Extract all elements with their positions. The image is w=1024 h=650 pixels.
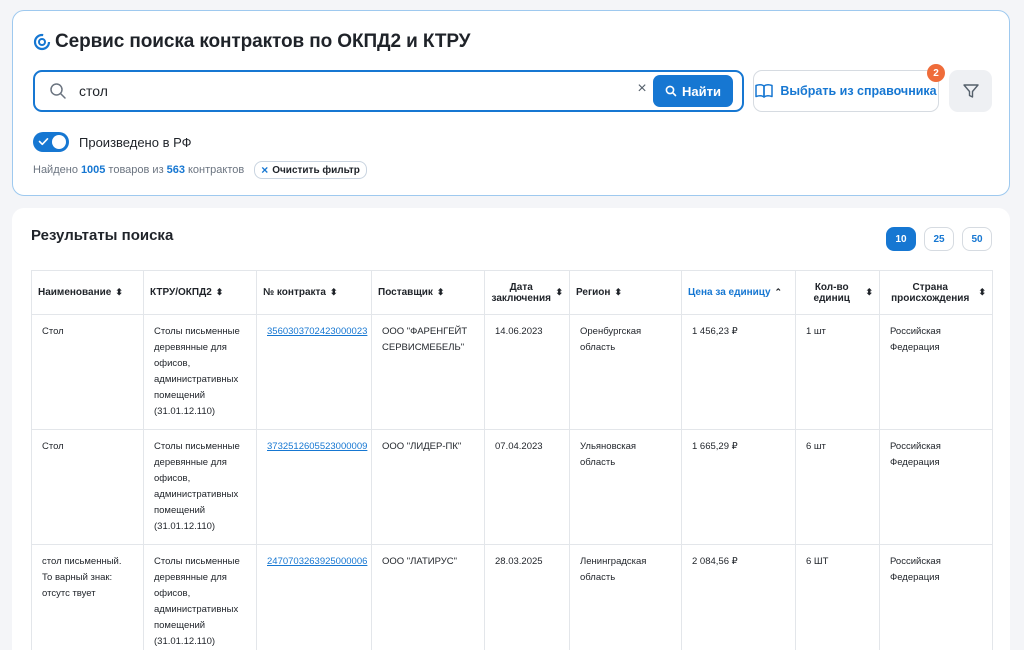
cell-price: 2 084,56 ₽ xyxy=(681,544,796,650)
sort-icon[interactable]: ⬍ xyxy=(330,288,338,297)
search-box[interactable]: × Найти xyxy=(33,70,744,112)
clear-filter-button[interactable]: × Очистить фильтр xyxy=(254,161,367,179)
sort-icon[interactable]: ⬍ xyxy=(555,288,563,297)
results-panel: Результаты поиска 10 25 50 Наименование ⬍… xyxy=(12,208,1010,650)
sort-icon[interactable]: ⬍ xyxy=(614,288,622,297)
filter-button[interactable] xyxy=(949,70,992,112)
page-size-selector: 10 25 50 xyxy=(886,227,992,251)
cell-qty: 6 шт xyxy=(795,429,880,545)
found-suffix: контрактов xyxy=(187,164,245,176)
page-title: Сервис поиска контрактов по ОКПД2 и КТРУ xyxy=(55,31,471,52)
column-header-country[interactable]: Страна происхождения ⬍ xyxy=(879,270,993,315)
sort-icon[interactable]: ⬍ xyxy=(216,288,224,297)
found-middle: товаров из xyxy=(108,164,164,176)
cell-ktru: Столы письменные деревянные для офисов, … xyxy=(143,429,257,545)
sort-icon[interactable]: ⬍ xyxy=(437,288,445,297)
cell-supplier: ООО "ЛИДЕР-ПК" xyxy=(371,429,485,545)
table-header-row: Наименование ⬍ КТРУ/ОКПД2 ⬍ № контракта ⬍ П… xyxy=(31,270,993,315)
table-row: Стол Столы письменные деревянные для офи… xyxy=(31,429,993,545)
cell-region: Ленинградская область xyxy=(569,544,682,650)
cell-date: 28.03.2025 xyxy=(484,544,570,650)
cell-region: Оренбургская область xyxy=(569,314,682,430)
found-prefix: Найдено xyxy=(33,164,78,176)
reference-button-label: Выбрать из справочника xyxy=(780,84,937,98)
cell-contract: 3560303702423000023 xyxy=(256,314,372,430)
column-header-date[interactable]: Дата заключения ⬍ xyxy=(484,270,570,315)
column-header-region[interactable]: Регион ⬍ xyxy=(569,270,682,315)
sort-icon[interactable]: ⬍ xyxy=(115,288,123,297)
sort-icon[interactable]: ⬍ xyxy=(978,288,986,297)
cell-country: Российская Федерация xyxy=(879,429,993,545)
book-icon xyxy=(755,84,774,98)
sort-icon[interactable]: ⬍ xyxy=(865,288,873,297)
page-size-10[interactable]: 10 xyxy=(886,227,916,251)
table-row: стол письменный. То варный знак: отсутс … xyxy=(31,544,993,650)
column-header-price[interactable]: Цена за единицу ⌃ xyxy=(681,270,796,315)
cell-country: Российская Федерация xyxy=(879,314,993,430)
cell-supplier: ООО "ЛАТИРУС" xyxy=(371,544,485,650)
made-in-rf-label: Произведено в РФ xyxy=(79,134,192,150)
search-panel: Сервис поиска контрактов по ОКПД2 и КТРУ… xyxy=(12,10,1010,196)
page-size-50[interactable]: 50 xyxy=(962,227,992,251)
search-input[interactable] xyxy=(79,80,619,102)
cell-price: 1 665,29 ₽ xyxy=(681,429,796,545)
logo-icon xyxy=(33,33,51,51)
results-title: Результаты поиска xyxy=(31,227,174,244)
column-header-qty[interactable]: Кол-во единиц ⬍ xyxy=(795,270,880,315)
find-button-label: Найти xyxy=(682,83,721,99)
sort-asc-icon[interactable]: ⌃ xyxy=(775,288,783,297)
cell-qty: 1 шт xyxy=(795,314,880,430)
cell-contract: 3732512605523000009 xyxy=(256,429,372,545)
page-size-25[interactable]: 25 xyxy=(924,227,954,251)
found-goods-count: 1005 xyxy=(80,164,106,176)
cell-ktru: Столы письменные деревянные для офисов, … xyxy=(143,314,257,430)
cell-country: Российская Федерация xyxy=(879,544,993,650)
title-row: Сервис поиска контрактов по ОКПД2 и КТРУ xyxy=(33,31,470,53)
clear-filter-label: Очистить фильтр xyxy=(272,164,360,176)
cell-qty: 6 ШТ xyxy=(795,544,880,650)
filter-icon xyxy=(962,84,979,98)
table-row: Стол Столы письменные деревянные для офи… xyxy=(31,314,993,430)
results-table: Наименование ⬍ КТРУ/ОКПД2 ⬍ № контракта ⬍ П… xyxy=(31,270,993,650)
check-icon xyxy=(38,138,49,146)
cell-name: стол письменный. То варный знак: отсутс … xyxy=(31,544,144,650)
column-header-name[interactable]: Наименование ⬍ xyxy=(31,270,144,315)
reference-button[interactable]: Выбрать из справочника xyxy=(753,70,939,112)
close-icon: × xyxy=(261,163,269,177)
found-contracts-count: 563 xyxy=(166,164,185,176)
cell-contract: 2470703263925000006 xyxy=(256,544,372,650)
found-summary: Найдено 1005 товаров из 563 контрактов ×… xyxy=(33,161,367,179)
column-header-ktru[interactable]: КТРУ/ОКПД2 ⬍ xyxy=(143,270,257,315)
find-button[interactable]: Найти xyxy=(653,75,733,107)
clear-icon[interactable]: × xyxy=(632,80,652,98)
reference-count-badge: 2 xyxy=(927,64,945,82)
search-icon xyxy=(50,83,66,99)
made-in-rf-toggle[interactable] xyxy=(33,132,69,152)
contract-link[interactable]: 2470703263925000006 xyxy=(267,556,367,567)
cell-name: Стол xyxy=(31,429,144,545)
cell-name: Стол xyxy=(31,314,144,430)
cell-region: Ульяновская область xyxy=(569,429,682,545)
cell-price: 1 456,23 ₽ xyxy=(681,314,796,430)
search-icon xyxy=(665,85,677,97)
cell-ktru: Столы письменные деревянные для офисов, … xyxy=(143,544,257,650)
column-header-contract[interactable]: № контракта ⬍ xyxy=(256,270,372,315)
cell-supplier: ООО "ФАРЕНГЕЙТ СЕРВИСМЕБЕЛЬ" xyxy=(371,314,485,430)
contract-link[interactable]: 3732512605523000009 xyxy=(267,441,367,452)
toggle-knob xyxy=(52,135,66,149)
cell-date: 14.06.2023 xyxy=(484,314,570,430)
cell-date: 07.04.2023 xyxy=(484,429,570,545)
column-header-supplier[interactable]: Поставщик ⬍ xyxy=(371,270,485,315)
made-in-rf-row: Произведено в РФ xyxy=(33,132,192,152)
contract-link[interactable]: 3560303702423000023 xyxy=(267,326,367,337)
